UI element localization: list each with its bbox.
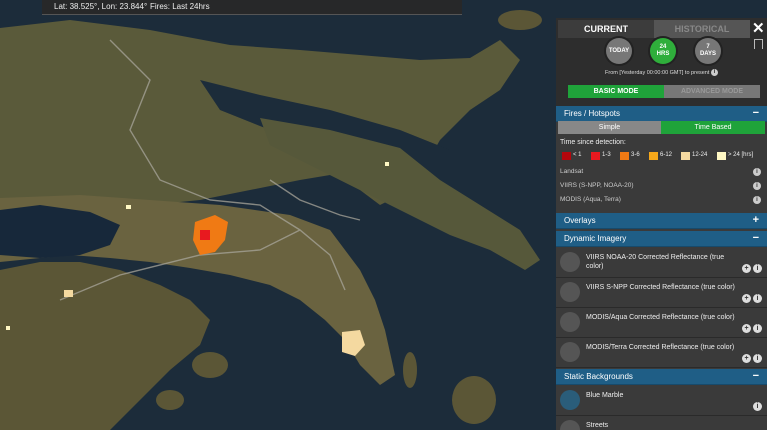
7days-button[interactable]: 7 DAYS xyxy=(695,38,721,64)
time-since-detection-label: Time since detection: xyxy=(560,139,626,146)
island-skiathos xyxy=(498,10,542,30)
collapse-icon[interactable]: − xyxy=(753,369,759,384)
island-kea xyxy=(403,352,417,388)
add-layer-icon[interactable]: + xyxy=(742,324,751,333)
island-poros xyxy=(156,390,184,410)
info-icon[interactable]: i xyxy=(753,402,762,411)
fire-age-legend: < 1 1-3 3-6 6-12 12-24 > 24 [hrs] xyxy=(562,151,767,161)
layer-thumbnail xyxy=(560,312,580,332)
add-layer-icon[interactable]: + xyxy=(742,264,751,273)
tab-historical[interactable]: HISTORICAL xyxy=(654,20,750,38)
legend-label: 3-6 xyxy=(631,152,640,158)
fire-spot-small-2 xyxy=(385,162,389,166)
legend-swatch xyxy=(681,152,690,160)
island-andros xyxy=(452,376,496,424)
layer-modis-aqua[interactable]: MODIS/Aqua Corrected Reflectance (true c… xyxy=(556,308,767,338)
basic-mode-button[interactable]: BASIC MODE xyxy=(568,85,664,98)
time-controls: CURRENT HISTORICAL ✕ TODAY 24 HRS 7 DAYS… xyxy=(556,18,767,106)
fire-spot-small-3 xyxy=(6,326,10,330)
fire-spot-west xyxy=(64,290,73,297)
expand-icon[interactable]: + xyxy=(753,213,759,228)
layer-thumbnail xyxy=(560,252,580,272)
layer-thumbnail xyxy=(560,342,580,362)
info-icon[interactable]: i xyxy=(753,196,761,204)
info-icon[interactable]: i xyxy=(753,182,761,190)
source-row-landsat: Landsat i xyxy=(556,166,767,179)
collapse-icon[interactable]: − xyxy=(753,231,759,246)
info-icon[interactable]: i xyxy=(753,324,762,333)
section-title: Static Backgrounds xyxy=(564,372,633,381)
fire-map-panel: CURRENT HISTORICAL ✕ TODAY 24 HRS 7 DAYS… xyxy=(556,18,767,430)
legend-swatch xyxy=(591,152,600,160)
background-blue-marble[interactable]: Blue Marble i xyxy=(556,386,767,416)
layer-label: MODIS/Aqua Corrected Reflectance (true c… xyxy=(586,314,735,321)
24hrs-label: 24 HRS xyxy=(656,44,670,57)
globe-icon xyxy=(560,390,580,410)
advanced-mode-button[interactable]: ADVANCED MODE xyxy=(664,85,760,98)
info-icon[interactable]: i xyxy=(710,69,718,76)
info-icon[interactable]: i xyxy=(753,264,762,273)
collapse-icon[interactable]: − xyxy=(753,106,759,121)
background-streets[interactable]: Streets xyxy=(556,416,767,430)
layer-thumbnail xyxy=(560,420,580,430)
dynamic-imagery-header[interactable]: Dynamic Imagery − xyxy=(556,231,767,247)
layer-viirs-noaa20[interactable]: VIIRS NOAA-20 Corrected Reflectance (tru… xyxy=(556,248,767,278)
coordinate-bar: Lat: 38.525°, Lon: 23.844° Fires: Last 2… xyxy=(42,0,462,15)
date-range-label: From [Yesterday 00:00:00 GMT] to present xyxy=(605,69,710,76)
layer-modis-terra[interactable]: MODIS/Terra Corrected Reflectance (true … xyxy=(556,338,767,368)
fire-spot-small-1 xyxy=(126,205,131,209)
layer-label: Blue Marble xyxy=(586,392,624,399)
source-label: VIIRS (S-NPP, NOAA-20) xyxy=(560,182,634,189)
fires-hotspots-header[interactable]: Fires / Hotspots − xyxy=(556,106,767,122)
section-title: Fires / Hotspots xyxy=(564,109,621,118)
fires-filter-readout: Fires: Last 24hrs xyxy=(150,2,210,11)
legend-label: 1-3 xyxy=(602,152,611,158)
time-based-tab[interactable]: Time Based xyxy=(661,121,765,134)
date-range-text: From [Yesterday 00:00:00 GMT] to present… xyxy=(556,69,767,76)
simple-tab[interactable]: Simple xyxy=(558,121,661,134)
add-layer-icon[interactable]: + xyxy=(742,294,751,303)
layer-label: VIIRS S-NPP Corrected Reflectance (true … xyxy=(586,284,735,291)
fire-cluster-central-core xyxy=(200,230,210,240)
legend-label: > 24 [hrs] xyxy=(728,152,754,158)
legend-swatch xyxy=(717,152,726,160)
7days-label: 7 DAYS xyxy=(699,44,717,57)
lat-lon-readout: Lat: 38.525°, Lon: 23.844° xyxy=(54,2,148,11)
section-title: Overlays xyxy=(564,216,596,225)
source-label: MODIS (Aqua, Terra) xyxy=(560,196,621,203)
static-backgrounds-header[interactable]: Static Backgrounds − xyxy=(556,369,767,385)
layer-thumbnail xyxy=(560,282,580,302)
24hrs-button[interactable]: 24 HRS xyxy=(650,38,676,64)
layer-label: Streets xyxy=(586,422,609,429)
legend-label: < 1 xyxy=(573,152,582,158)
source-label: Landsat xyxy=(560,168,584,175)
island-aegina xyxy=(192,352,228,378)
today-label: TODAY xyxy=(608,47,630,54)
tab-current[interactable]: CURRENT xyxy=(558,20,654,38)
source-row-modis: MODIS (Aqua, Terra) i xyxy=(556,194,767,207)
legend-swatch xyxy=(620,152,629,160)
info-icon[interactable]: i xyxy=(753,294,762,303)
close-icon[interactable]: ✕ xyxy=(752,19,765,37)
legend-label: 6-12 xyxy=(660,152,673,158)
overlays-header[interactable]: Overlays + xyxy=(556,213,767,229)
legend-swatch xyxy=(562,152,571,160)
layer-label: VIIRS NOAA-20 Corrected Reflectance (tru… xyxy=(586,254,725,270)
layer-viirs-snpp[interactable]: VIIRS S-NPP Corrected Reflectance (true … xyxy=(556,278,767,308)
layer-label: MODIS/Terra Corrected Reflectance (true … xyxy=(586,344,735,351)
section-title: Dynamic Imagery xyxy=(564,234,627,243)
add-layer-icon[interactable]: + xyxy=(742,354,751,363)
legend-swatch xyxy=(649,152,658,160)
bookmark-icon[interactable] xyxy=(754,39,763,49)
legend-label: 12-24 xyxy=(692,152,708,158)
source-row-viirs: VIIRS (S-NPP, NOAA-20) i xyxy=(556,180,767,193)
today-button[interactable]: TODAY xyxy=(606,38,632,64)
info-icon[interactable]: i xyxy=(753,354,762,363)
info-icon[interactable]: i xyxy=(753,168,761,176)
